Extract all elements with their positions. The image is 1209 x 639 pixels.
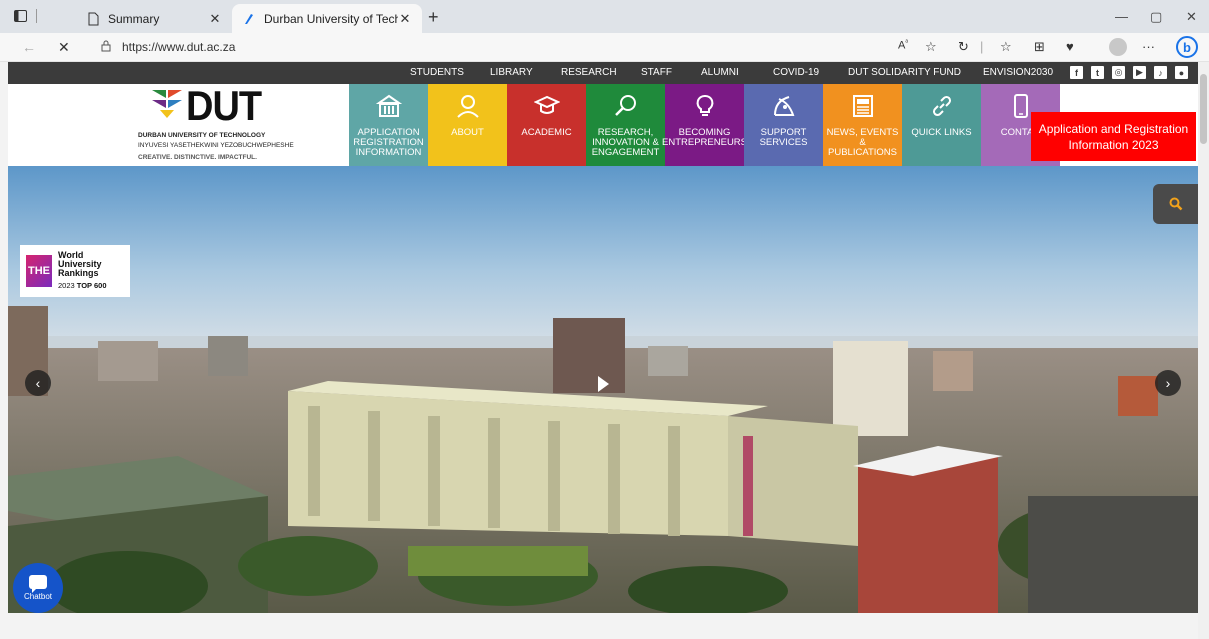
close-tab-icon[interactable]: ✕	[208, 11, 222, 27]
menu-label: RESEARCH, INNOVATION & ENGAGEMENT	[591, 127, 660, 158]
badge-rank: 2023 TOP 600	[58, 281, 107, 290]
menu-label: APPLICATION REGISTRATION INFORMATION	[353, 127, 424, 158]
page-below-fold	[8, 613, 1198, 639]
site-header: DUT DURBAN UNIVERSITY OF TECHNOLOGY INYU…	[8, 84, 1198, 166]
dut-favicon-icon	[245, 13, 253, 24]
twitter-icon[interactable]: t	[1091, 66, 1104, 79]
instagram-icon[interactable]: ◎	[1112, 66, 1125, 79]
url-input[interactable]: https://www.dut.ac.za	[122, 40, 235, 54]
minimize-icon[interactable]: —	[1115, 9, 1128, 24]
scrollbar-thumb[interactable]	[1200, 74, 1207, 144]
browser-tab-bar: Summary ✕ Durban University of Technolog…	[0, 0, 1209, 33]
document-icon	[88, 12, 99, 25]
slider-next-button[interactable]: ›	[1155, 370, 1181, 396]
menu-academic[interactable]: ACADEMIC	[507, 84, 586, 166]
refresh-icon[interactable]: ↻	[958, 39, 969, 55]
play-icon[interactable]	[598, 376, 609, 392]
page-scrollbar[interactable]	[1198, 62, 1209, 639]
person-icon	[455, 84, 481, 128]
chatbot-button[interactable]: Chatbot	[13, 563, 63, 613]
menu-about[interactable]: ABOUT	[428, 84, 507, 166]
tiktok-icon[interactable]: ♪	[1154, 66, 1167, 79]
dut-logo[interactable]: DUT DURBAN UNIVERSITY OF TECHNOLOGY INYU…	[138, 83, 294, 166]
tab-divider	[36, 9, 37, 23]
flickr-icon[interactable]: ●	[1175, 66, 1188, 79]
lightbulb-icon	[692, 84, 718, 128]
stop-loading-icon[interactable]: ✕	[58, 39, 70, 56]
nav-research[interactable]: RESEARCH	[561, 67, 617, 78]
nav-envision[interactable]: ENVISION2030	[983, 67, 1053, 78]
chat-bubble-icon	[29, 575, 47, 593]
magnifier-icon	[613, 84, 639, 128]
menu-quick-links[interactable]: QUICK LINKS	[902, 84, 981, 166]
chatbot-label: Chatbot	[23, 592, 53, 601]
menu-support[interactable]: SUPPORT SERVICES	[744, 84, 823, 166]
the-logo: THE	[26, 255, 52, 287]
new-tab-button[interactable]: +	[428, 7, 439, 28]
collections-icon[interactable]: ⊞	[1034, 39, 1045, 55]
address-bar: ← ✕ https://www.dut.ac.za Aᵃ ☆ ↻ | ☆ ⊞ ♥…	[0, 33, 1209, 62]
menu-label: ABOUT	[451, 127, 484, 138]
nav-staff[interactable]: STAFF	[641, 67, 672, 78]
toolbar-divider: |	[980, 39, 984, 54]
badge-year: 2023	[58, 281, 75, 290]
logo-mark-icon	[152, 90, 182, 118]
menu-label: SUPPORT SERVICES	[759, 127, 808, 148]
phone-icon	[1008, 84, 1034, 128]
more-options-icon[interactable]: ···	[1142, 39, 1155, 54]
menu-news[interactable]: NEWS, EVENTS & PUBLICATIONS	[823, 84, 902, 166]
slider-prev-button[interactable]: ‹	[25, 370, 51, 396]
tab-title: Durban University of Technology	[264, 11, 398, 26]
world-rankings-badge[interactable]: THE World University Rankings 2023 TOP 6…	[20, 245, 130, 297]
tab-title: Summary	[108, 11, 160, 26]
link-icon	[929, 84, 955, 128]
badge-line: Rankings	[58, 268, 99, 278]
close-tab-icon[interactable]: ✕	[398, 11, 412, 27]
search-button[interactable]	[1153, 184, 1198, 224]
badge-rank-value: TOP 600	[76, 281, 107, 290]
menu-label: BECOMING ENTREPRENEURS	[662, 127, 748, 148]
menu-research[interactable]: RESEARCH, INNOVATION & ENGAGEMENT	[586, 84, 665, 166]
bing-icon[interactable]: b	[1176, 36, 1198, 58]
lock-icon[interactable]	[100, 40, 112, 52]
close-window-icon[interactable]: ✕	[1186, 9, 1197, 25]
favorites-icon[interactable]: ☆	[1000, 39, 1012, 55]
menu-application[interactable]: APPLICATION REGISTRATION INFORMATION	[349, 84, 428, 166]
building-icon	[375, 84, 402, 128]
youtube-icon[interactable]: ▶	[1133, 66, 1146, 79]
nav-alumni[interactable]: ALUMNI	[701, 67, 739, 78]
search-icon	[1169, 197, 1182, 211]
back-icon[interactable]: ←	[22, 39, 36, 55]
nav-library[interactable]: LIBRARY	[490, 67, 533, 78]
satellite-icon	[771, 84, 797, 128]
logo-tagline: CREATIVE. DISTINCTIVE. IMPACTFUL.	[138, 154, 257, 161]
tab-dut[interactable]: Durban University of Technology ✕	[232, 4, 422, 33]
restore-icon[interactable]: ▢	[1150, 9, 1162, 25]
menu-label: ACADEMIC	[521, 127, 572, 138]
menu-label: QUICK LINKS	[911, 127, 972, 138]
newspaper-icon	[850, 84, 876, 128]
health-icon[interactable]: ♥	[1066, 39, 1074, 54]
favorite-star-icon[interactable]: ☆	[925, 39, 937, 55]
menu-entrepreneurs[interactable]: BECOMING ENTREPRENEURS	[662, 84, 747, 166]
nav-solidarity-fund[interactable]: DUT SOLIDARITY FUND	[848, 67, 961, 78]
nav-students[interactable]: STUDENTS	[410, 67, 464, 78]
tab-actions-icon[interactable]	[12, 8, 28, 24]
logo-wordmark: DUT	[186, 83, 262, 131]
logo-name-line: DURBAN UNIVERSITY OF TECHNOLOGY	[138, 132, 266, 139]
facebook-icon[interactable]: f	[1070, 66, 1083, 79]
menu-label: NEWS, EVENTS & PUBLICATIONS	[826, 127, 899, 158]
read-aloud-icon[interactable]: Aᵃ	[898, 39, 908, 52]
graduation-cap-icon	[533, 84, 560, 128]
logo-zulu-line: INYUVESI YASETHEKWINI YEZOBUCHWEPHESHE	[138, 142, 294, 149]
top-navigation: STUDENTS LIBRARY RESEARCH STAFF ALUMNI C…	[8, 62, 1198, 84]
nav-covid[interactable]: COVID-19	[773, 67, 819, 78]
profile-avatar[interactable]	[1109, 38, 1127, 56]
application-registration-button[interactable]: Application and Registration Information…	[1031, 112, 1196, 161]
tab-summary[interactable]: Summary ✕	[76, 4, 232, 33]
